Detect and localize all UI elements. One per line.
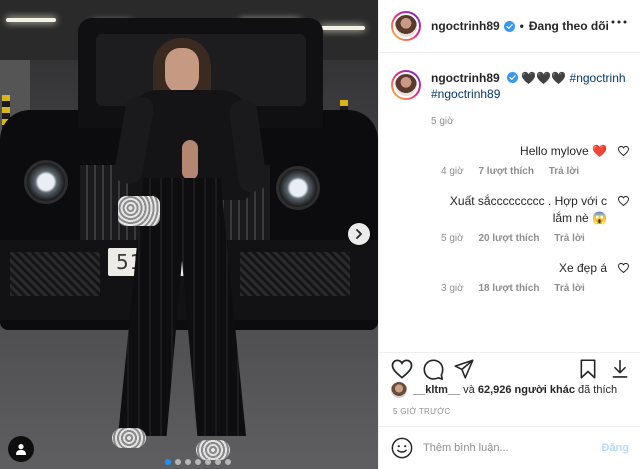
comment-item: Hello mylove ❤️ 4 giờ 7 lượt thích Trả l… xyxy=(391,143,629,177)
post-caption: ngoctrinh89 🖤🖤🖤 #ngoctrinh #ngoctrinh89 xyxy=(391,70,629,102)
like-heart-icon[interactable] xyxy=(391,359,413,379)
caption-hearts: 🖤🖤🖤 xyxy=(521,71,567,85)
add-comment-bar: Đăng xyxy=(379,426,640,469)
comment-item: Xuất sắccccccccc . Hợp với c lắm nè 😱 5 … xyxy=(391,193,629,244)
comment-text: Xe đẹp á xyxy=(558,261,607,275)
likes-count[interactable]: 62,926 người khác xyxy=(478,384,575,396)
ceiling-light xyxy=(320,26,365,30)
post-actions xyxy=(379,352,640,382)
more-options-icon[interactable] xyxy=(611,20,627,24)
hashtag-link[interactable]: #ngoctrinh xyxy=(570,71,626,85)
like-comment-heart-icon[interactable] xyxy=(618,146,629,156)
header-username[interactable]: ngoctrinh89 xyxy=(431,19,500,33)
header-separator: • xyxy=(519,19,524,33)
comment-meta: 4 giờ 7 lượt thích Trả lời xyxy=(431,166,607,177)
post-timestamp[interactable]: 5 GIỜ TRƯỚC xyxy=(393,407,451,416)
reply-button[interactable]: Trả lời xyxy=(554,233,584,244)
comment-bubble-icon[interactable] xyxy=(423,359,444,380)
caption-username[interactable]: ngoctrinh89 xyxy=(431,71,500,85)
comment-time: 5 giờ xyxy=(441,233,464,244)
comment-time: 3 giờ xyxy=(441,283,464,294)
hashtag-link[interactable]: #ngoctrinh89 xyxy=(431,87,500,101)
carousel-dot xyxy=(175,459,181,465)
carousel-dot xyxy=(165,459,171,465)
caption-time: 5 giờ xyxy=(431,116,454,127)
comment-item: Xe đẹp á 3 giờ 18 lượt thích Trả lời xyxy=(391,260,629,294)
likes-summary: __kltm__ và 62,926 người khác đã thích xyxy=(391,382,636,398)
ceiling-light xyxy=(6,18,56,22)
comment-time: 4 giờ xyxy=(441,166,464,177)
person-face xyxy=(165,48,199,94)
post-header: ngoctrinh89 • Đang theo dõi xyxy=(379,0,640,53)
share-paper-plane-icon[interactable] xyxy=(454,359,474,379)
user-icon xyxy=(16,444,26,455)
comment-input[interactable] xyxy=(423,442,602,454)
carousel-indicator xyxy=(165,459,231,465)
like-comment-heart-icon[interactable] xyxy=(618,263,629,273)
carousel-dot xyxy=(185,459,191,465)
comments-list[interactable]: ngoctrinh89 🖤🖤🖤 #ngoctrinh #ngoctrinh89 … xyxy=(379,54,640,351)
bumper-mesh xyxy=(240,252,350,296)
emoji-smiley-icon[interactable] xyxy=(391,437,413,459)
post-photo[interactable]: 51...0 xyxy=(0,0,378,469)
post-sidebar: ngoctrinh89 • Đang theo dõi ngoctrinh89 … xyxy=(378,0,640,469)
comment-text: Xuất sắccccccccc . Hợp với c lắm nè 😱 xyxy=(449,194,607,225)
person-shoe xyxy=(112,428,146,448)
carousel-dot xyxy=(215,459,221,465)
liker-username[interactable]: __kltm__ xyxy=(413,384,460,396)
chevron-right-icon xyxy=(356,229,362,239)
next-photo-button[interactable] xyxy=(348,223,370,245)
avatar[interactable] xyxy=(391,382,407,398)
comment-meta: 3 giờ 18 lượt thích Trả lời xyxy=(431,283,607,294)
comment-text: Hello mylove ❤️ xyxy=(520,144,607,158)
likes-suffix: đã thích xyxy=(578,384,618,396)
person-shoe xyxy=(196,440,230,460)
tagged-users-button[interactable] xyxy=(8,436,34,462)
following-button[interactable]: Đang theo dõi xyxy=(529,19,609,33)
avatar[interactable] xyxy=(391,11,421,41)
save-bookmark-icon[interactable] xyxy=(579,359,597,379)
comment-meta: 5 giờ 20 lượt thích Trả lời xyxy=(431,233,607,244)
caption-meta: 5 giờ xyxy=(431,116,629,127)
verified-badge-icon xyxy=(507,72,519,83)
car-headlight-right xyxy=(276,166,320,210)
carousel-dot xyxy=(205,459,211,465)
carousel-dot xyxy=(195,459,201,465)
bumper-mesh xyxy=(10,252,100,296)
comment-likes[interactable]: 20 lượt thích xyxy=(478,233,539,244)
reply-button[interactable]: Trả lời xyxy=(549,166,579,177)
verified-badge-icon xyxy=(503,20,515,32)
comment-likes[interactable]: 7 lượt thích xyxy=(478,166,533,177)
likes-connector: và xyxy=(463,384,475,396)
like-comment-heart-icon[interactable] xyxy=(618,196,629,206)
person-midriff xyxy=(182,140,198,180)
comment-likes[interactable]: 18 lượt thích xyxy=(478,283,539,294)
post-comment-button[interactable]: Đăng xyxy=(602,442,630,454)
sparkle-handbag xyxy=(118,196,160,226)
avatar[interactable] xyxy=(391,70,421,100)
car-headlight-left xyxy=(24,160,68,204)
reply-button[interactable]: Trả lời xyxy=(554,283,584,294)
download-icon[interactable] xyxy=(611,359,629,379)
carousel-dot xyxy=(225,459,231,465)
